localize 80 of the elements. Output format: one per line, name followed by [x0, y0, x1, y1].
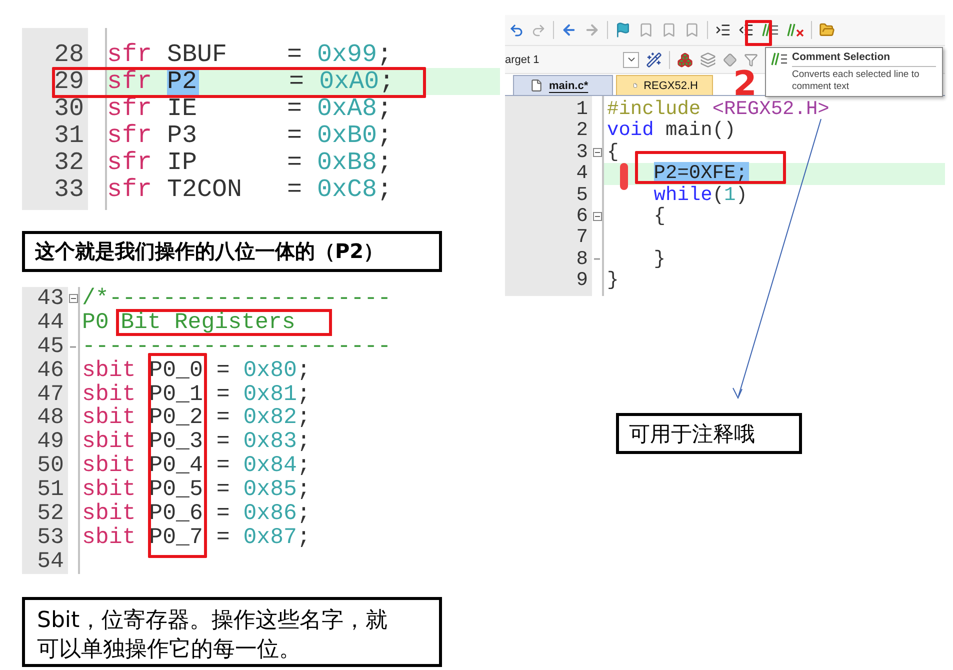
- code-line: }: [654, 248, 666, 270]
- line-number: 3: [575, 142, 589, 164]
- code-line: P0: [82, 310, 109, 335]
- line-number: 44: [36, 310, 65, 335]
- line-number: 47: [36, 382, 65, 406]
- handwritten-mark: [620, 163, 628, 190]
- code-line: sbit P0_5 = 0x85;: [82, 478, 310, 502]
- comment-icon[interactable]: [770, 51, 788, 67]
- funnel-icon[interactable]: [744, 52, 758, 66]
- code-line: -----------------------: [82, 334, 392, 359]
- line-number: 9: [575, 270, 589, 292]
- uncomment-icon[interactable]: [786, 22, 804, 38]
- fold-toggle-icon[interactable]: [592, 212, 602, 222]
- line-number: 2: [575, 120, 589, 142]
- line-number: 4: [575, 163, 589, 185]
- comment-icon[interactable]: [761, 22, 779, 38]
- code-line: sbit P0_1 = 0x81;: [82, 382, 310, 406]
- code-line: sfr IE = 0xA8;: [107, 95, 392, 122]
- code-line: }: [607, 270, 619, 292]
- note-text: Sbit，位寄存器。操作这些名字，就可以单独操作它的每一位。: [37, 607, 389, 664]
- code-line: void main(): [607, 120, 736, 142]
- line-number: 30: [52, 95, 85, 122]
- code-line: sfr T2CON = 0xC8;: [107, 176, 392, 203]
- code-line: sfr P3 = 0xB0;: [107, 122, 392, 149]
- line-number: 49: [36, 430, 65, 454]
- file-tab[interactable]: main.c*: [513, 75, 613, 95]
- line-number: 1: [575, 99, 589, 120]
- line-number: 8: [575, 248, 589, 270]
- tooltip-description: Converts each selected line to comment text: [792, 68, 920, 93]
- code-line: sfr P2 = 0xA0;: [107, 68, 394, 95]
- note-text: 可用于注释哦: [629, 420, 755, 448]
- framed-code-text: Bit Registers: [116, 309, 332, 336]
- code-line: sbit P0_7 = 0x87;: [82, 526, 310, 550]
- line-number: 48: [36, 406, 65, 430]
- line-number: 28: [52, 41, 85, 68]
- code-line: sbit P0_0 = 0x80;: [82, 358, 310, 383]
- code-line: /*---------------------: [82, 287, 392, 311]
- code-line: while(1): [654, 184, 748, 206]
- line-number: 50: [36, 454, 65, 478]
- diamond-icon[interactable]: [723, 52, 738, 66]
- line-number: 52: [36, 502, 65, 526]
- line-number: 32: [52, 149, 85, 176]
- code-line: sbit P0_4 = 0x84;: [82, 454, 310, 478]
- fold-toggle-icon[interactable]: [592, 148, 602, 157]
- code-line: sbit P0_3 = 0x83;: [82, 430, 310, 454]
- line-number: 31: [52, 122, 85, 149]
- annotation-frame: [745, 20, 772, 46]
- line-number: 54: [36, 550, 65, 574]
- file-tab[interactable]: REGX52.H: [616, 75, 713, 95]
- wand-icon[interactable]: [646, 52, 662, 68]
- line-number: 46: [36, 358, 65, 383]
- caption-text: 这个就是我们操作的八位一体的（P2）: [35, 238, 384, 265]
- code-line: #include <REGX52.H>: [607, 99, 830, 120]
- code-line: sbit P0_2 = 0x82;: [82, 406, 310, 430]
- line-number: 6: [575, 206, 589, 228]
- code-line: {: [607, 142, 619, 164]
- line-number: 43: [36, 287, 65, 311]
- file-icon: [530, 79, 543, 92]
- blocks-icon[interactable]: [677, 52, 694, 68]
- fold-toggle-icon[interactable]: [68, 294, 78, 304]
- folder-icon[interactable]: [819, 22, 835, 38]
- target-select[interactable]: arget 1: [505, 52, 640, 68]
- line-number: 53: [36, 526, 65, 550]
- line-number: 7: [575, 227, 589, 249]
- undo-icon[interactable]: [509, 22, 524, 38]
- code-line: sfr IP = 0xB8;: [107, 149, 392, 176]
- code-line: sbit P0_6 = 0x86;: [82, 502, 310, 526]
- code-line: sfr SBUF = 0x99;: [107, 41, 392, 68]
- layers-icon[interactable]: [700, 52, 716, 68]
- outdent-icon[interactable]: [738, 22, 754, 38]
- line-number: 33: [52, 176, 85, 203]
- line-number: 45: [36, 334, 65, 359]
- line-number: 51: [36, 478, 65, 502]
- flag-icon[interactable]: [615, 22, 631, 38]
- line-number: 5: [575, 184, 589, 206]
- step-number: 2: [733, 68, 757, 100]
- line-number: 29: [52, 68, 85, 95]
- indent-icon[interactable]: [715, 22, 731, 38]
- code-line: {: [654, 206, 666, 228]
- tooltip-title: Comment Selection: [792, 51, 936, 67]
